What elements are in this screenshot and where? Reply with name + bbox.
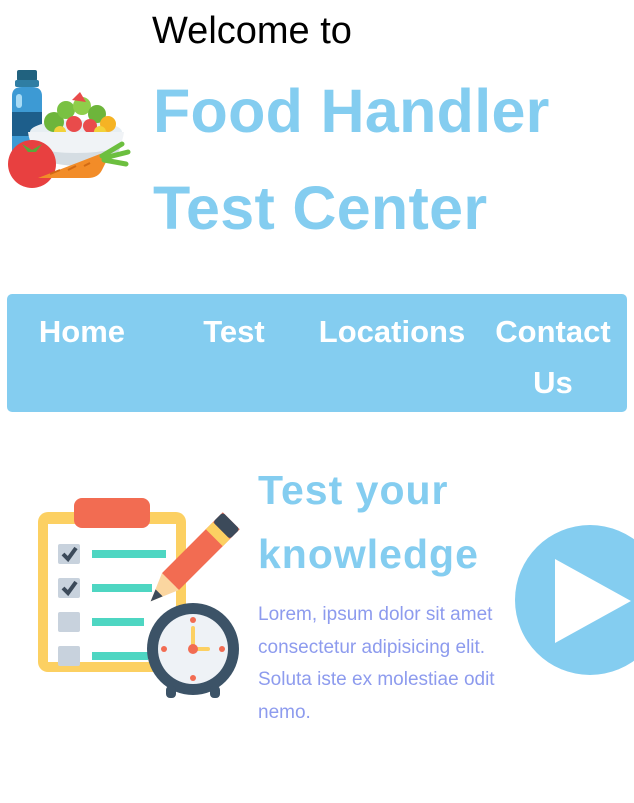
site-title-line-1: Food Handler — [153, 77, 550, 145]
play-icon[interactable] — [515, 525, 634, 675]
checklist-clock-icon — [38, 498, 240, 698]
welcome-text: Welcome to — [152, 10, 352, 52]
feature-heading: Test your knowledge — [258, 467, 479, 577]
nav-item-test[interactable]: Test — [169, 306, 299, 357]
nav-item-locations[interactable]: Locations — [310, 306, 474, 357]
feature-description: Lorem, ipsum dolor sit amet consectetur … — [258, 604, 495, 723]
nav-item-contact-us[interactable]: Contact Us — [485, 306, 621, 408]
food-basket-icon — [8, 70, 131, 188]
main-nav: Home Test Locations Contact Us — [7, 294, 627, 412]
site-title-line-2: Test Center — [153, 174, 488, 242]
nav-item-home[interactable]: Home — [17, 306, 147, 357]
page: Welcome to Food Handler Test Center Home… — [0, 0, 634, 803]
